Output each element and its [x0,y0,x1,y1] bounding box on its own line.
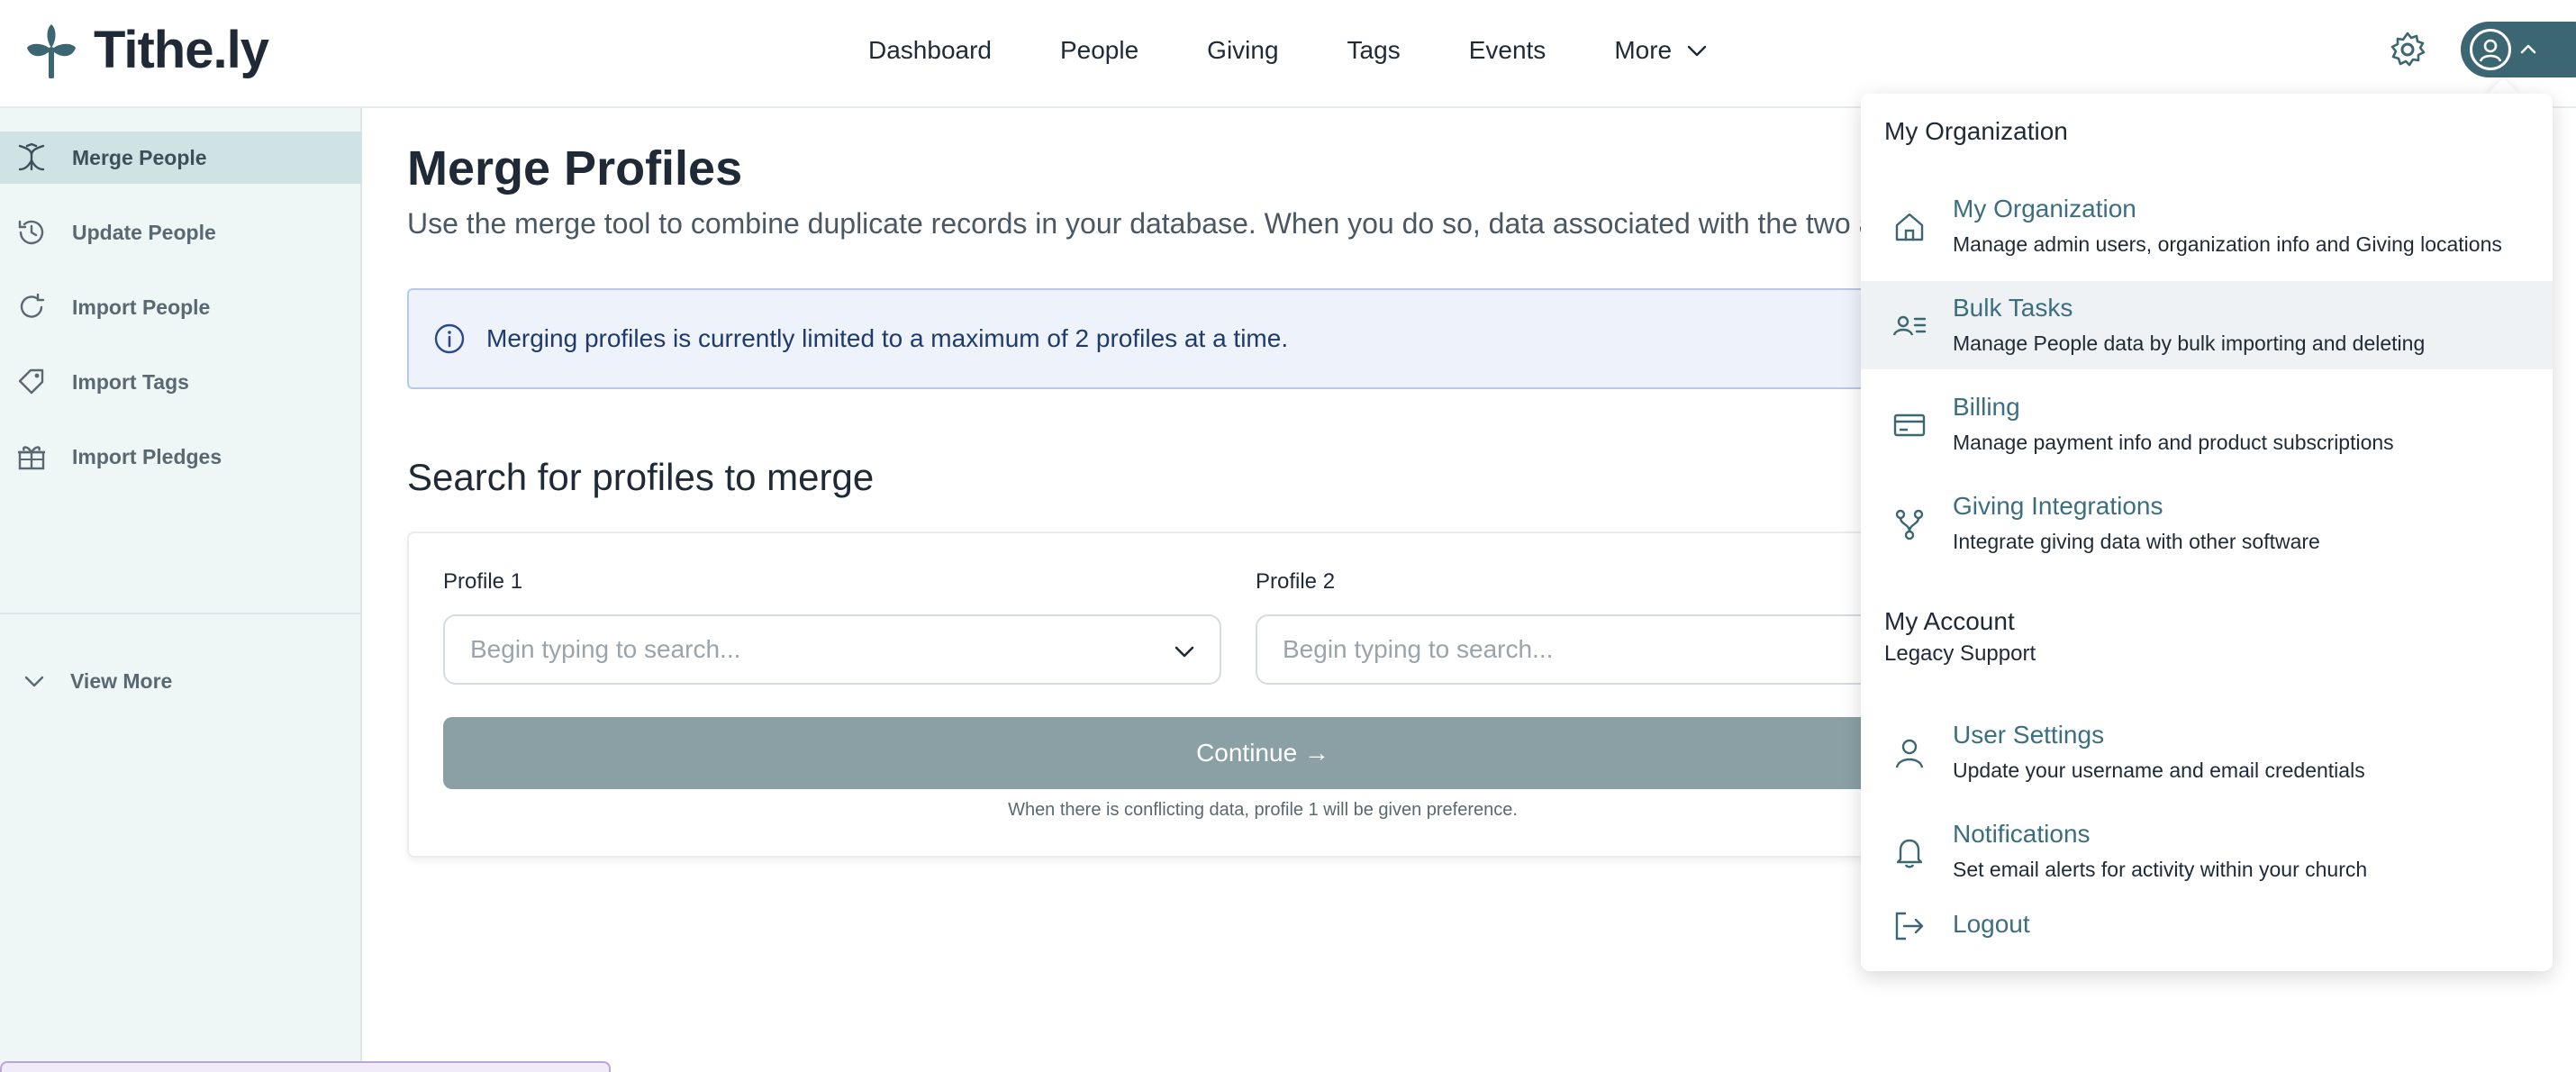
chevron-down-icon [1687,45,1707,57]
menu-item-logout[interactable]: Logout [1861,894,2553,958]
leaf-logo-icon [27,23,76,78]
user-list-icon [1892,315,1927,336]
nav-dashboard[interactable]: Dashboard [868,32,992,68]
menu-account-heading: My Account [1884,607,2015,635]
tag-icon [18,368,44,395]
brand-name: Tithe.ly [94,21,269,79]
page-title: Merge Profiles [407,141,743,195]
sidebar-item-label: Import People [72,295,211,319]
sidebar-item-label: Import Tags [72,369,189,394]
menu-item-desc: Set email alerts for activity within you… [1953,858,2368,881]
continue-button[interactable]: Continue → [443,717,2082,789]
profile-2-placeholder: Begin typing to search... [1283,635,1554,663]
toast-notification-edge[interactable] [0,1061,611,1072]
nav-giving[interactable]: Giving [1207,32,1278,68]
menu-item-title: Bulk Tasks [1953,294,2073,322]
settings-gear-icon[interactable] [2389,31,2426,68]
sidebar-item-merge-people[interactable]: Merge People [0,132,362,184]
menu-item-bulk-tasks[interactable]: Bulk Tasks Manage People data by bulk im… [1861,281,2553,369]
chevron-down-icon [1175,646,1194,658]
brand-logo[interactable]: Tithe.ly [25,20,269,80]
nav-people[interactable]: People [1060,32,1138,68]
menu-item-desc: Integrate giving data with other softwar… [1953,530,2320,553]
section-title: Search for profiles to merge [407,456,875,498]
chevron-down-icon [24,676,44,687]
profile-2-label: Profile 2 [1256,569,1336,594]
menu-org-heading: My Organization [1884,117,2068,145]
nav-more-label: More [1614,36,1673,64]
merge-icon [18,142,45,171]
nav-more[interactable]: More [1614,32,1710,68]
sidebar-item-label: Merge People [72,145,207,169]
nav-tags[interactable]: Tags [1347,32,1401,68]
sidebar-item-update-people[interactable]: Update People [0,206,362,259]
refresh-icon [20,293,45,318]
chevron-up-icon [2520,44,2536,54]
menu-item-title: Logout [1953,910,2030,938]
menu-item-desc: Manage payment info and product subscrip… [1953,431,2394,454]
home-icon [1895,213,1924,241]
sidebar-divider [0,613,362,614]
sidebar-item-import-tags[interactable]: Import Tags [0,356,362,408]
nav-events[interactable]: Events [1469,32,1547,68]
menu-item-giving-integrations[interactable]: Giving Integrations Integrate giving dat… [1861,479,2553,568]
info-banner-text: Merging profiles is currently limited to… [486,324,1289,352]
history-icon [18,220,44,245]
menu-item-title: Notifications [1953,820,2091,848]
menu-item-desc: Manage admin users, organization info an… [1953,232,2502,256]
menu-item-billing[interactable]: Billing Manage payment info and product … [1861,380,2553,468]
sidebar-item-label: Update People [72,220,216,244]
menu-item-title: Billing [1953,393,2020,421]
sidebar: Merge People Update People Import People… [0,108,362,1072]
avatar [2470,29,2511,70]
sidebar-item-label: Import Pledges [72,444,222,468]
menu-account-name: Legacy Support [1884,641,2036,666]
main-nav: Dashboard People Giving Tags Events More [868,32,1778,68]
merge-hint: When there is conflicting data, profile … [1008,800,1518,820]
sidebar-item-import-people[interactable]: Import People [0,281,362,333]
menu-item-title: Giving Integrations [1953,492,2163,520]
menu-item-notifications[interactable]: Notifications Set email alerts for activ… [1861,807,2553,895]
menu-item-desc: Update your username and email credentia… [1953,759,2365,782]
account-menu-button[interactable] [2461,22,2576,77]
sidebar-item-import-pledges[interactable]: Import Pledges [0,431,362,483]
menu-item-title: My Organization [1953,195,2136,223]
menu-item-user-settings[interactable]: User Settings Update your username and e… [1861,708,2553,796]
integration-icon [1895,509,1924,541]
page-subtitle: Use the merge tool to combine duplicate … [407,207,1920,240]
credit-card-icon [1893,413,1926,437]
menu-item-title: User Settings [1953,721,2105,749]
gift-icon [18,446,45,470]
menu-item-my-organization[interactable]: My Organization Manage admin users, orga… [1861,182,2553,270]
user-icon [1895,739,1924,768]
view-more-label: View More [70,668,173,693]
logout-icon [1895,912,1924,940]
menu-item-desc: Manage People data by bulk importing and… [1953,332,2426,355]
profile-1-label: Profile 1 [443,569,523,594]
profile-1-placeholder: Begin typing to search... [470,635,741,663]
bell-icon [1896,839,1923,868]
top-navbar: Tithe.ly Dashboard People Giving Tags Ev… [0,0,2576,108]
info-icon [434,323,465,354]
profile-1-select[interactable]: Begin typing to search... [443,614,1221,685]
user-avatar-icon [2479,39,2502,62]
account-dropdown-menu: My Organization My Organization Manage a… [1861,94,2553,971]
sidebar-view-more[interactable]: View More [20,667,172,695]
